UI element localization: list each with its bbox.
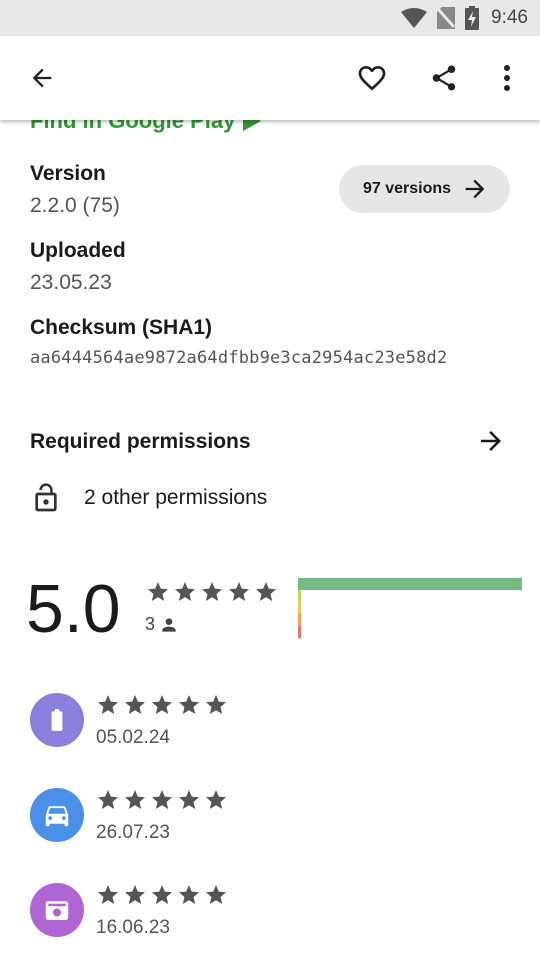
histogram-bar-2-star — [298, 614, 301, 626]
more-options-button[interactable] — [487, 58, 527, 98]
version-value: 2.2.0 (75) — [30, 194, 120, 217]
no-sim-icon — [437, 7, 456, 29]
star-icon — [179, 885, 199, 904]
star-icon — [152, 790, 172, 809]
uploaded-label: Uploaded — [30, 239, 126, 262]
app-bar — [0, 36, 540, 120]
rating-stars — [146, 580, 278, 604]
lock-open-icon — [35, 483, 57, 512]
review-item[interactable]: 16.06.23 — [30, 883, 510, 943]
more-vertical-icon — [504, 65, 510, 91]
other-permissions-label: 2 other permissions — [84, 486, 268, 509]
histogram-bar-1-star — [298, 626, 301, 638]
versions-button-label: 97 versions — [363, 180, 452, 197]
heart-outline-icon — [358, 66, 386, 91]
histogram-bar-5-star — [298, 578, 522, 590]
back-button[interactable] — [22, 58, 62, 98]
star-icon — [206, 695, 226, 714]
permissions-arrow-button[interactable] — [476, 426, 506, 460]
star-icon — [98, 790, 118, 809]
star-icon — [175, 582, 195, 601]
rating-count-value: 3 — [145, 614, 156, 634]
star-icon — [152, 885, 172, 904]
star-icon — [98, 885, 118, 904]
review-date: 05.02.24 — [96, 727, 170, 748]
version-label: Version — [30, 162, 106, 185]
star-icon — [179, 695, 199, 714]
star-icon — [125, 790, 145, 809]
google-play-link-label: Find in Google Play — [30, 120, 236, 133]
star-icon — [152, 695, 172, 714]
review-date: 26.07.23 — [96, 822, 170, 843]
other-permissions-row[interactable]: 2 other permissions — [30, 482, 267, 514]
histogram-bar-3-star — [298, 602, 301, 614]
checksum-label: Checksum (SHA1) — [30, 316, 213, 339]
review-item[interactable]: 26.07.23 — [30, 788, 510, 848]
star-icon — [202, 582, 222, 601]
reviewer-avatar — [30, 693, 84, 747]
rating-histogram — [298, 578, 522, 638]
review-stars — [96, 788, 228, 812]
play-store-icon — [243, 120, 262, 131]
star-icon — [148, 582, 168, 601]
versions-button[interactable]: 97 versions — [339, 165, 510, 213]
rating-score: 5.0 — [26, 571, 121, 647]
star-icon — [206, 885, 226, 904]
share-icon — [432, 65, 456, 91]
wifi-icon — [401, 8, 428, 28]
battery-icon — [51, 709, 63, 731]
arrow-forward-icon — [481, 431, 501, 451]
uploaded-value: 23.05.23 — [30, 271, 112, 294]
star-icon — [125, 695, 145, 714]
share-button[interactable] — [424, 58, 464, 98]
battery-charging-icon — [465, 6, 480, 30]
star-icon — [256, 582, 276, 601]
arrow-back-icon — [32, 68, 52, 88]
star-icon — [206, 790, 226, 809]
star-icon — [98, 695, 118, 714]
histogram-bar-4-star — [298, 590, 301, 602]
app-details-content: Find in Google Play Version 2.2.0 (75) 9… — [0, 120, 540, 960]
arrow-forward-icon — [465, 179, 485, 199]
favorite-button[interactable] — [352, 58, 392, 98]
review-stars — [96, 693, 228, 717]
star-icon — [125, 885, 145, 904]
google-play-link[interactable]: Find in Google Play — [30, 120, 263, 134]
status-bar: 9:46 — [0, 0, 540, 36]
car-icon — [45, 806, 69, 827]
review-stars — [96, 883, 228, 907]
status-icons: 9:46 — [401, 0, 528, 36]
review-date: 16.06.23 — [96, 917, 170, 938]
star-icon — [229, 582, 249, 601]
radio-icon — [45, 901, 69, 920]
checksum-value: aa6444564ae9872a64dfbb9e3ca2954ac23e58d2 — [30, 348, 448, 368]
status-time: 9:46 — [491, 7, 528, 28]
rating-count: 3 — [145, 614, 179, 635]
star-icon — [179, 790, 199, 809]
review-item[interactable]: 05.02.24 — [30, 693, 510, 753]
reviewer-avatar — [30, 788, 84, 842]
reviewer-avatar — [30, 883, 84, 937]
permissions-header[interactable]: Required permissions — [30, 430, 251, 454]
person-icon — [162, 617, 176, 632]
